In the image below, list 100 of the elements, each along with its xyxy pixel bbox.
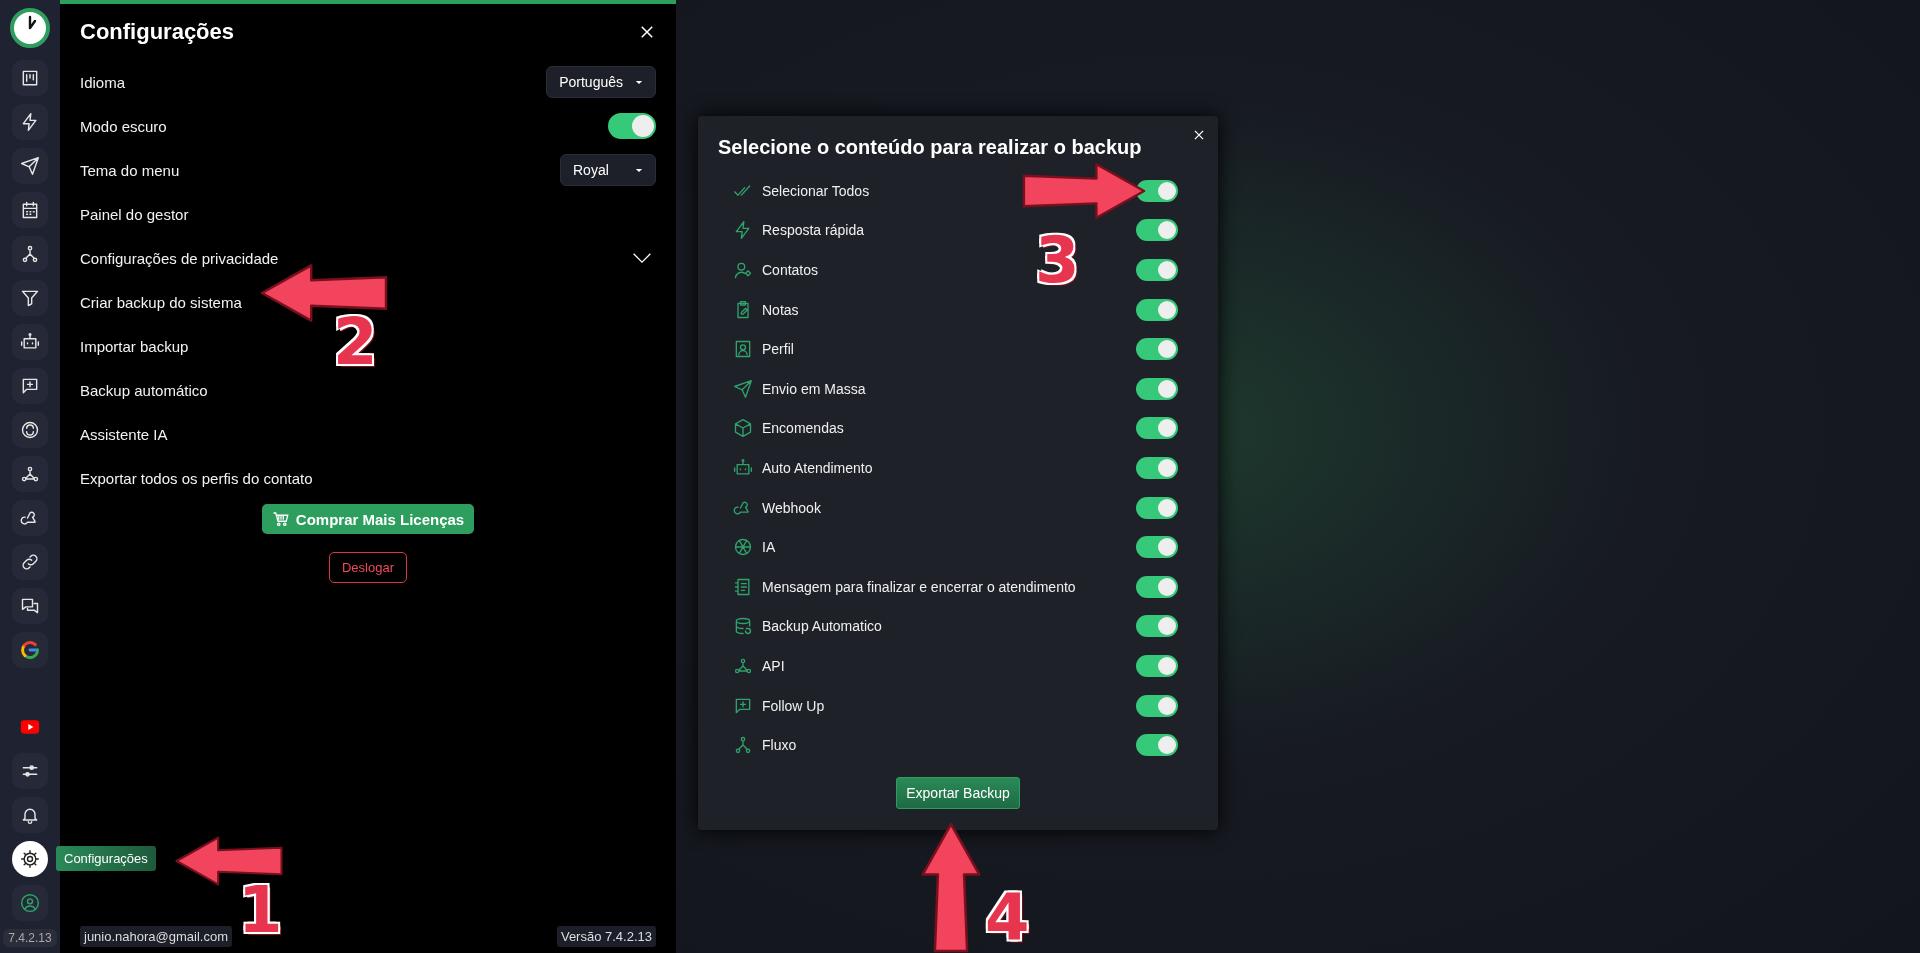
option-label: Fluxo bbox=[762, 737, 798, 754]
sidebar-button[interactable] bbox=[12, 236, 48, 272]
option-label: Mensagem para finalizar e encerrar o atendimento bbox=[762, 578, 1077, 595]
toggle-switch[interactable] bbox=[1136, 219, 1178, 242]
option-label: API bbox=[762, 657, 786, 674]
sidebar-button[interactable] bbox=[12, 368, 48, 404]
toggle-switch[interactable] bbox=[1136, 654, 1178, 677]
flow-icon bbox=[20, 244, 40, 264]
toggle-switch[interactable] bbox=[1136, 734, 1178, 757]
option-label: Envio em Massa bbox=[762, 380, 867, 397]
toggle-switch[interactable] bbox=[1136, 298, 1178, 321]
link-icon bbox=[20, 552, 40, 572]
dropdown[interactable]: Português bbox=[546, 66, 656, 98]
setting-label: Idioma bbox=[80, 73, 126, 91]
step-number: 1 bbox=[238, 878, 283, 942]
export-backup-button[interactable]: Exportar Backup bbox=[896, 776, 1020, 809]
toggle-switch[interactable] bbox=[1136, 338, 1178, 361]
option-label: Webhook bbox=[762, 499, 822, 516]
sidebar-button[interactable] bbox=[12, 456, 48, 492]
toggle-switch[interactable] bbox=[1136, 536, 1178, 559]
toggle-switch[interactable] bbox=[1136, 377, 1178, 400]
chat-plus-icon bbox=[20, 376, 40, 396]
user-tag-icon bbox=[733, 260, 753, 280]
setting-label: Modo escuro bbox=[80, 117, 167, 135]
chevron-down-icon[interactable] bbox=[632, 252, 652, 264]
funnel-icon bbox=[20, 288, 40, 308]
sidebar-button[interactable] bbox=[12, 588, 48, 624]
close-icon[interactable] bbox=[638, 23, 656, 41]
tooltip: Configurações bbox=[56, 846, 156, 871]
sidebar-button[interactable] bbox=[12, 280, 48, 316]
option-label: Notas bbox=[762, 301, 800, 318]
cart-icon bbox=[271, 510, 290, 528]
option-label: Contatos bbox=[762, 262, 820, 278]
caret-icon bbox=[635, 79, 643, 85]
profile-card-icon bbox=[733, 339, 753, 360]
option-label: Perfil bbox=[762, 341, 795, 358]
step-number: 4 bbox=[985, 886, 1030, 950]
settings-icon bbox=[20, 849, 40, 869]
sidebar-button[interactable] bbox=[12, 324, 48, 360]
logout-button[interactable]: Deslogar bbox=[329, 552, 407, 583]
option-label: Backup Automatico bbox=[762, 618, 883, 635]
sidebar-button[interactable] bbox=[12, 500, 48, 536]
notepad-icon bbox=[733, 576, 753, 597]
toggle-switch[interactable] bbox=[1136, 417, 1178, 440]
settings-link[interactable]: Exportar todos os perfis do contato bbox=[80, 469, 313, 487]
toggle-switch[interactable] bbox=[1136, 259, 1178, 281]
kanban-icon bbox=[20, 68, 40, 88]
option-label: Selecionar Todos bbox=[762, 182, 871, 199]
dialog-title: Selecione o conteúdo para realizar o backup bbox=[718, 136, 1143, 159]
sidebar-button[interactable] bbox=[12, 797, 48, 833]
step-number: 2 bbox=[333, 310, 378, 374]
clock-logo-icon bbox=[10, 8, 50, 48]
toggle-switch[interactable] bbox=[1136, 456, 1178, 479]
option-label: Follow Up bbox=[762, 697, 826, 714]
caret-icon bbox=[635, 167, 643, 173]
settings-link[interactable]: Criar backup do sistema bbox=[80, 293, 242, 311]
sidebar-button[interactable] bbox=[12, 632, 48, 668]
sidebar-button[interactable] bbox=[12, 544, 48, 580]
option-label: Auto Atendimento bbox=[762, 459, 874, 476]
settings-link[interactable]: Painel do gestor bbox=[80, 205, 189, 223]
chat-bubbles-icon bbox=[20, 596, 40, 616]
user-icon bbox=[20, 893, 40, 913]
package-icon bbox=[733, 418, 753, 439]
setting-label: Tema do menu bbox=[80, 161, 180, 179]
settings-link[interactable]: Assistente IA bbox=[80, 425, 168, 443]
toggle-switch[interactable] bbox=[608, 113, 656, 139]
paper-plane-icon bbox=[20, 156, 40, 176]
database-icon bbox=[733, 616, 753, 637]
version-label: Versão 7.4.2.13 bbox=[556, 926, 656, 947]
option-label: IA bbox=[762, 539, 777, 556]
paper-plane-icon bbox=[733, 378, 753, 399]
sidebar-button[interactable] bbox=[12, 104, 48, 140]
settings-link[interactable]: Importar backup bbox=[80, 337, 189, 355]
settings-link[interactable]: Backup automático bbox=[80, 381, 208, 399]
settings-link[interactable]: Configurações de privacidade bbox=[80, 249, 279, 267]
close-icon[interactable] bbox=[1192, 128, 1206, 142]
dropdown[interactable]: Royal bbox=[560, 154, 656, 186]
robot-icon bbox=[20, 332, 40, 352]
toggle-switch[interactable] bbox=[1136, 694, 1178, 717]
calendar-icon bbox=[20, 200, 40, 220]
toggle-switch[interactable] bbox=[1136, 615, 1178, 638]
sidebar-button[interactable] bbox=[12, 192, 48, 228]
panel-title: Configurações bbox=[80, 19, 235, 45]
step-number: 3 bbox=[1035, 228, 1080, 292]
option-label: Encomendas bbox=[762, 420, 845, 437]
email-label: junio.nahora@gmail.com bbox=[80, 926, 232, 947]
refresh-icon bbox=[20, 420, 40, 440]
version-label: 7.4.2.13 bbox=[3, 929, 57, 947]
play-button-icon bbox=[20, 717, 40, 737]
robot-icon bbox=[733, 457, 753, 478]
sidebar-button[interactable] bbox=[12, 148, 48, 184]
network-icon bbox=[20, 464, 40, 484]
sidebar-button[interactable] bbox=[12, 60, 48, 96]
toggle-switch[interactable] bbox=[1136, 575, 1178, 598]
flow-icon bbox=[733, 735, 753, 756]
toggle-switch[interactable] bbox=[1136, 179, 1178, 202]
toggle-switch[interactable] bbox=[1136, 496, 1178, 519]
sidebar-button[interactable] bbox=[12, 753, 48, 789]
sidebar-button[interactable] bbox=[12, 412, 48, 448]
sidebar-button[interactable] bbox=[12, 841, 48, 877]
